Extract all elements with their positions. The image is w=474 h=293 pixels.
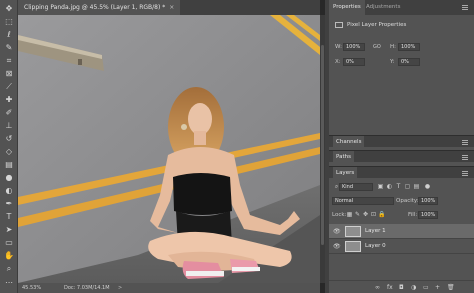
- group-icon[interactable]: ▭: [423, 284, 429, 291]
- hand-tool-icon[interactable]: ✋: [3, 250, 15, 261]
- layers-tab[interactable]: Layers: [333, 167, 358, 179]
- blur-tool-icon[interactable]: ●: [3, 172, 15, 183]
- filter-adjustment-icon[interactable]: ◐: [386, 183, 393, 190]
- doc-size: Doc: 7.03M/14.1M: [64, 285, 110, 291]
- link-dimensions-icon[interactable]: GO: [373, 44, 381, 50]
- x-label: X:: [335, 59, 341, 65]
- right-panels: Properties Adjustments Pixel Layer Prope…: [329, 0, 474, 293]
- eraser-tool-icon[interactable]: ◇: [3, 146, 15, 157]
- filter-shape-icon[interactable]: ▢: [404, 183, 411, 190]
- channels-panel-header[interactable]: Channels: [329, 135, 474, 148]
- width-field[interactable]: 100%: [343, 43, 365, 51]
- move-tool-icon[interactable]: ✥: [3, 3, 15, 14]
- channels-menu-icon[interactable]: [462, 140, 468, 145]
- filter-pixel-icon[interactable]: ▣: [377, 183, 384, 190]
- layer-row[interactable]: 👁 Layer 0: [329, 239, 474, 254]
- lasso-tool-icon[interactable]: ℓ: [3, 29, 15, 40]
- rectangle-tool-icon[interactable]: ▭: [3, 237, 15, 248]
- scrollbar-thumb[interactable]: [321, 45, 324, 245]
- properties-section-label: Pixel Layer Properties: [347, 22, 407, 28]
- more-tools-icon[interactable]: ⋯: [3, 277, 15, 288]
- layer-thumbnail: [345, 241, 361, 252]
- layer-row[interactable]: 👁 Layer 1: [329, 224, 474, 239]
- pixel-layer-icon: [335, 22, 343, 28]
- frame-tool-icon[interactable]: ⊠: [3, 68, 15, 79]
- w-label: W:: [335, 44, 342, 50]
- channels-tab[interactable]: Channels: [333, 136, 365, 148]
- lock-artboard-icon[interactable]: ⊡: [370, 211, 377, 218]
- paths-panel-header[interactable]: Paths: [329, 150, 474, 163]
- zoom-tool-icon[interactable]: ⌕: [3, 263, 15, 274]
- document-tab-title: Clipping Panda.jpg @ 45.5% (Layer 1, RGB…: [24, 4, 166, 11]
- y-label: Y:: [390, 59, 395, 65]
- zoom-level[interactable]: 45.53%: [22, 283, 41, 293]
- properties-section-title: Pixel Layer Properties: [335, 22, 406, 28]
- filter-toggle-icon[interactable]: ●: [424, 183, 431, 190]
- lock-label: Lock:: [332, 212, 347, 218]
- lock-position-icon[interactable]: ✥: [362, 211, 369, 218]
- visibility-eye-icon[interactable]: 👁: [333, 243, 341, 250]
- layer-mask-icon[interactable]: ◘: [399, 284, 404, 291]
- clone-stamp-tool-icon[interactable]: ⊥: [3, 120, 15, 131]
- tab-adjustments[interactable]: Adjustments: [362, 0, 404, 15]
- paths-tab[interactable]: Paths: [333, 151, 354, 163]
- y-field[interactable]: 0%: [398, 58, 420, 66]
- photoshop-window: ✥ ⬚ ℓ ✎ ⌗ ⊠ ⟋ ✚ ✐ ⊥ ↺ ◇ ▤ ● ◐ ✒ T ➤ ▭ ✋ …: [0, 0, 474, 293]
- crop-tool-icon[interactable]: ⌗: [3, 55, 15, 66]
- dodge-tool-icon[interactable]: ◐: [3, 185, 15, 196]
- layers-menu-icon[interactable]: [462, 171, 468, 176]
- tools-panel: ✥ ⬚ ℓ ✎ ⌗ ⊠ ⟋ ✚ ✐ ⊥ ↺ ◇ ▤ ● ◐ ✒ T ➤ ▭ ✋ …: [0, 0, 18, 293]
- filter-type-icon[interactable]: T: [395, 183, 402, 190]
- brush-tool-icon[interactable]: ✐: [3, 107, 15, 118]
- adjustment-layer-icon[interactable]: ◑: [411, 284, 416, 291]
- marquee-tool-icon[interactable]: ⬚: [3, 16, 15, 27]
- healing-brush-tool-icon[interactable]: ✚: [3, 94, 15, 105]
- path-select-tool-icon[interactable]: ➤: [3, 224, 15, 235]
- gradient-tool-icon[interactable]: ▤: [3, 159, 15, 170]
- lock-image-icon[interactable]: ✎: [354, 211, 361, 218]
- layer-name[interactable]: Layer 0: [365, 239, 386, 254]
- status-menu-arrow-icon[interactable]: >: [118, 283, 122, 293]
- new-layer-icon[interactable]: +: [435, 284, 440, 291]
- quick-select-tool-icon[interactable]: ✎: [3, 42, 15, 53]
- layer-name[interactable]: Layer 1: [365, 224, 386, 239]
- height-field[interactable]: 100%: [398, 43, 420, 51]
- opacity-field[interactable]: 100%: [418, 197, 438, 205]
- filter-smart-object-icon[interactable]: ▤: [413, 183, 420, 190]
- photo-image: [18, 15, 320, 283]
- layer-thumbnail: [345, 226, 361, 237]
- properties-tab-bar: Properties Adjustments: [329, 0, 474, 15]
- type-tool-icon[interactable]: T: [3, 211, 15, 222]
- fx-icon[interactable]: fx: [387, 284, 393, 291]
- layers-panel-header[interactable]: Layers: [329, 166, 474, 179]
- link-layers-icon[interactable]: ∞: [375, 284, 380, 291]
- pen-tool-icon[interactable]: ✒: [3, 198, 15, 209]
- fill-label: Fill:: [408, 212, 418, 218]
- layers-controls: ⌕ Kind ▣ ◐ T ▢ ▤ ● Normal Opacity: 100% …: [329, 181, 474, 225]
- panel-menu-icon[interactable]: [462, 5, 468, 10]
- history-brush-tool-icon[interactable]: ↺: [3, 133, 15, 144]
- close-icon[interactable]: ×: [169, 4, 174, 11]
- delete-icon[interactable]: 🗑: [447, 284, 455, 291]
- status-bar: 45.53% Doc: 7.03M/14.1M >: [18, 283, 320, 293]
- document-tab-bar: Clipping Panda.jpg @ 45.5% (Layer 1, RGB…: [18, 0, 320, 15]
- blend-mode-select[interactable]: Normal: [332, 197, 394, 205]
- h-label: H:: [390, 44, 396, 50]
- x-field[interactable]: 0%: [343, 58, 365, 66]
- document-tab[interactable]: Clipping Panda.jpg @ 45.5% (Layer 1, RGB…: [18, 0, 181, 15]
- layers-footer: ∞ fx ◘ ◑ ▭ + 🗑: [329, 280, 474, 293]
- opacity-label: Opacity:: [396, 198, 419, 204]
- paths-menu-icon[interactable]: [462, 155, 468, 160]
- visibility-eye-icon[interactable]: 👁: [333, 228, 341, 235]
- canvas[interactable]: [18, 15, 320, 283]
- eyedropper-tool-icon[interactable]: ⟋: [3, 81, 15, 92]
- lock-transparent-icon[interactable]: ▦: [346, 211, 353, 218]
- lock-all-icon[interactable]: 🔒: [378, 211, 385, 218]
- filter-kind-select[interactable]: Kind: [339, 183, 373, 191]
- tab-properties[interactable]: Properties: [329, 0, 365, 15]
- fill-field[interactable]: 100%: [418, 211, 438, 219]
